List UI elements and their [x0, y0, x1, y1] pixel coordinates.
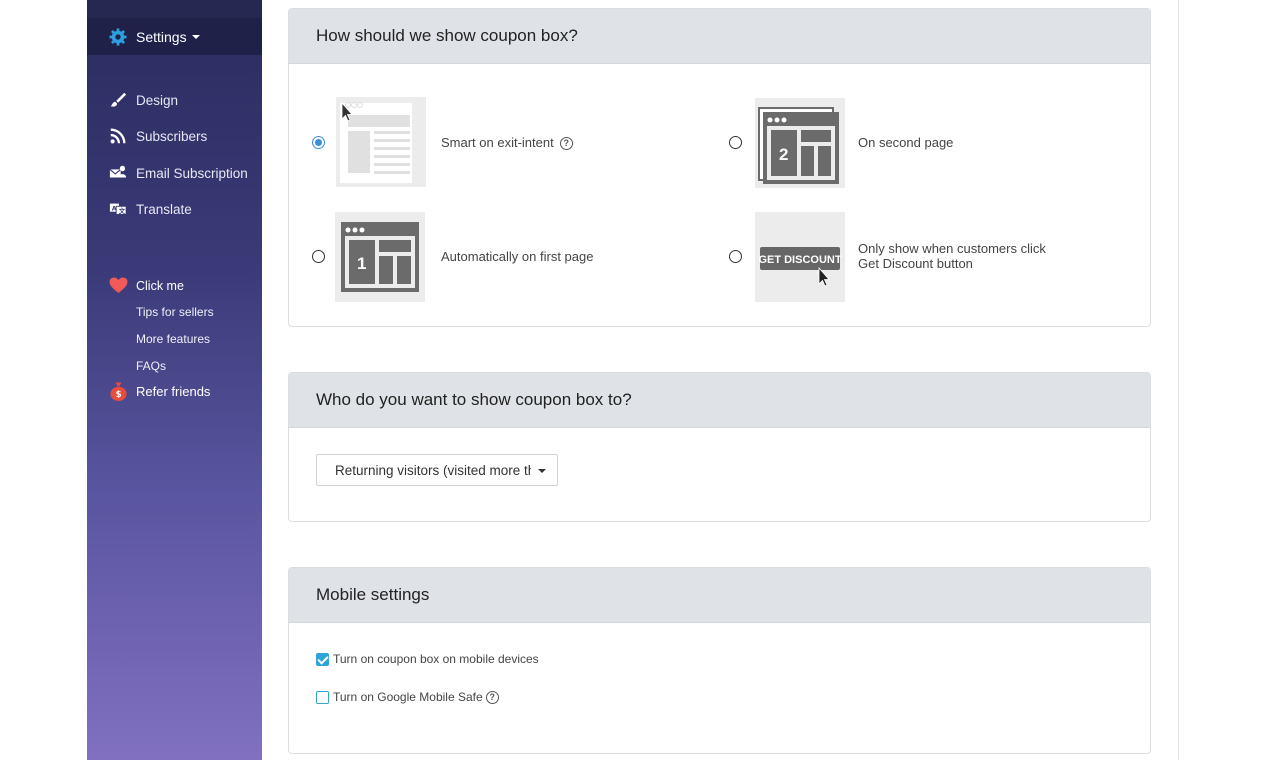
- email-subscription-icon: [109, 165, 127, 178]
- first-page-thumbnail[interactable]: 1: [335, 212, 425, 302]
- mobile-devices-checkbox-row[interactable]: Turn on coupon box on mobile devices: [316, 652, 539, 666]
- sidebar-item-translate[interactable]: A 文 Translate: [87, 194, 262, 224]
- sidebar-link-faqs[interactable]: FAQs: [136, 356, 166, 376]
- sidebar-item-label: Email Subscription: [136, 165, 248, 181]
- sidebar-item-settings[interactable]: Settings: [87, 18, 262, 55]
- click-me-link[interactable]: Click me: [109, 277, 184, 294]
- option-exit-intent-radio[interactable]: [312, 136, 325, 149]
- google-mobile-safe-checkbox[interactable]: [316, 690, 329, 704]
- browser-window-icon: [340, 101, 412, 183]
- google-mobile-safe-checkbox-row[interactable]: Turn on Google Mobile Safe ?: [316, 690, 499, 704]
- refer-friends-label: Refer friends: [136, 383, 211, 399]
- sidebar-link-more-features[interactable]: More features: [136, 329, 210, 349]
- option-label-exit-intent: Smart on exit-intent?: [441, 135, 573, 151]
- radio-button[interactable]: [312, 136, 325, 149]
- mobile-devices-checkbox[interactable]: [316, 652, 329, 666]
- money-bag-icon: $: [110, 382, 127, 401]
- help-icon[interactable]: ?: [485, 690, 499, 704]
- brush-icon: [110, 92, 127, 107]
- settings-label: Settings: [136, 28, 187, 45]
- sidebar-link-tips[interactable]: Tips for sellers: [136, 302, 214, 322]
- panel-title: Who do you want to show coupon box to?: [289, 373, 1150, 428]
- help-icon[interactable]: ?: [559, 137, 573, 151]
- sidebar-top-bar: [87, 0, 262, 18]
- option-text-line1: Only show when customers click: [858, 241, 1046, 256]
- thumb-button-text: GET DISCOUNT: [758, 254, 841, 266]
- radio-button[interactable]: [729, 136, 742, 149]
- chevron-down-icon: [191, 34, 200, 39]
- option-first-page-radio[interactable]: [312, 250, 325, 263]
- second-page-thumbnail[interactable]: 2: [755, 98, 845, 188]
- content-right-border: [1178, 0, 1179, 760]
- get-discount-button-icon: GET DISCOUNT: [758, 247, 842, 287]
- checkbox-label: Turn on coupon box on mobile devices: [333, 652, 539, 666]
- audience-select[interactable]: Returning visitors (visited more than on…: [316, 454, 558, 486]
- panel-title: How should we show coupon box?: [289, 9, 1150, 64]
- sidebar: Settings Design Subscribers Email Subscr…: [87, 0, 262, 760]
- sidebar-item-design[interactable]: Design: [87, 85, 262, 115]
- click-me-label: Click me: [136, 278, 184, 293]
- option-second-page-radio[interactable]: [729, 136, 742, 149]
- show-method-panel: How should we show coupon box? Smart on …: [288, 8, 1151, 327]
- option-label-get-discount: Only show when customers click Get Disco…: [858, 241, 1046, 271]
- thumb-number: 2: [779, 145, 788, 164]
- exit-intent-thumbnail[interactable]: [336, 97, 426, 187]
- option-get-discount-radio[interactable]: [729, 250, 742, 263]
- chevron-down-icon: [538, 469, 546, 473]
- option-label-first-page: Automatically on first page: [441, 249, 594, 264]
- translate-icon: A 文: [109, 203, 127, 215]
- radio-button[interactable]: [312, 250, 325, 263]
- option-label-second-page: On second page: [858, 135, 954, 150]
- first-page-icon: 1: [341, 222, 419, 292]
- mobile-settings-panel: Mobile settings Turn on coupon box on mo…: [288, 567, 1151, 754]
- sidebar-item-label: Design: [136, 92, 179, 108]
- get-discount-thumbnail[interactable]: GET DISCOUNT: [755, 212, 845, 302]
- gear-icon: [109, 27, 127, 46]
- sidebar-item-email-subscription[interactable]: Email Subscription: [87, 158, 262, 188]
- option-text-line2: Get Discount button: [858, 256, 973, 271]
- sidebar-item-label: Translate: [136, 201, 192, 217]
- option-text: Smart on exit-intent: [441, 135, 554, 150]
- radio-button[interactable]: [729, 250, 742, 263]
- second-page-icon: 2: [758, 107, 839, 184]
- thumb-number: 1: [357, 254, 366, 273]
- svg-text:$: $: [116, 390, 122, 400]
- svg-text:A: A: [112, 205, 117, 212]
- refer-friends-link[interactable]: $ Refer friends: [109, 380, 210, 402]
- rss-icon: [110, 128, 126, 144]
- sidebar-item-label: Subscribers: [136, 128, 208, 144]
- audience-panel: Who do you want to show coupon box to? R…: [288, 372, 1151, 522]
- audience-select-value: Returning visitors (visited more than on…: [335, 462, 531, 478]
- panel-title: Mobile settings: [289, 568, 1150, 623]
- sidebar-item-subscribers[interactable]: Subscribers: [87, 121, 262, 151]
- svg-text:文: 文: [119, 206, 126, 215]
- heart-icon: [109, 277, 128, 294]
- checkbox-label: Turn on Google Mobile Safe: [333, 690, 483, 704]
